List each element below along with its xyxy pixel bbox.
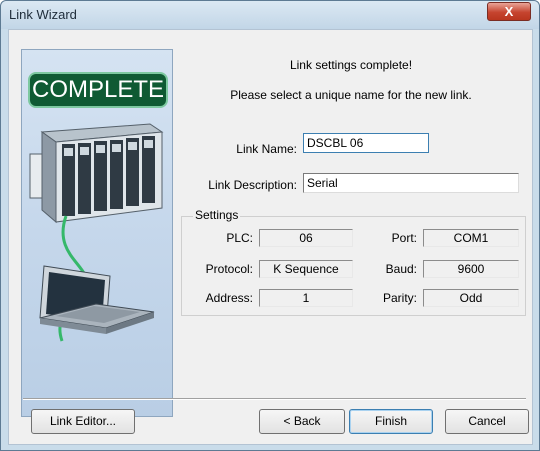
address-label: Address: — [205, 291, 253, 305]
protocol-value: K Sequence — [259, 260, 353, 278]
link-name-input[interactable]: DSCBL 06 — [303, 133, 429, 153]
parity-value: Odd — [423, 289, 519, 307]
protocol-label: Protocol: — [205, 262, 253, 276]
link-wizard-window: Link Wizard X COMPLETE Link settings com… — [0, 0, 540, 451]
plc-value: 06 — [259, 229, 353, 247]
port-value: COM1 — [423, 229, 519, 247]
parity-label: Parity: — [382, 291, 417, 305]
window-title: Link Wizard — [9, 7, 77, 22]
baud-label: Baud: — [385, 262, 417, 276]
laptop-icon — [39, 265, 155, 334]
settings-group-label: Settings — [193, 208, 241, 222]
close-button[interactable]: X — [487, 2, 531, 21]
wizard-illustration: COMPLETE — [21, 49, 173, 417]
instruction-text: Please select a unique name for the new … — [230, 88, 472, 102]
completion-message: Link settings complete! — [289, 58, 413, 72]
link-description-input[interactable]: Serial — [303, 173, 519, 193]
back-button[interactable]: < Back — [259, 409, 345, 434]
complete-badge: COMPLETE — [28, 72, 168, 108]
link-description-label: Link Description: — [208, 178, 297, 192]
link-name-label: Link Name: — [236, 142, 297, 156]
button-separator — [23, 398, 526, 400]
title-bar[interactable]: Link Wizard X — [1, 1, 539, 29]
finish-button[interactable]: Finish — [349, 409, 433, 434]
complete-badge-text: COMPLETE — [31, 76, 165, 103]
plc-laptop-illustration — [29, 123, 164, 342]
cancel-button[interactable]: Cancel — [445, 409, 529, 434]
address-value: 1 — [259, 289, 353, 307]
baud-value: 9600 — [423, 260, 519, 278]
close-icon: X — [504, 4, 514, 19]
plc-label: PLC: — [226, 231, 253, 245]
plc-rack-icon — [29, 123, 164, 224]
port-label: Port: — [391, 231, 417, 245]
link-editor-button[interactable]: Link Editor... — [31, 409, 135, 434]
